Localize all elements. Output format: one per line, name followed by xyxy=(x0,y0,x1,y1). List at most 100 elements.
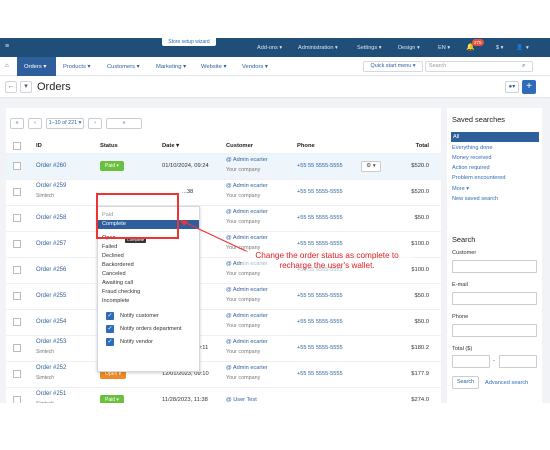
table-row[interactable]: Order #260 Paid ▾ 01/10/2024, 09:24 @ Admin… xyxy=(6,153,441,179)
table-row[interactable]: Order #251 Simtech Paid ▾ 11/28/2023, 11:38… xyxy=(6,387,441,403)
status-badge[interactable]: Paid ▾ xyxy=(100,161,124,171)
tab-website[interactable]: Website ▾ xyxy=(201,64,226,70)
design-menu[interactable]: Design ▾ xyxy=(398,45,420,51)
order-id-link[interactable]: Order #260 xyxy=(36,163,66,169)
addons-menu[interactable]: Add-ons ▾ xyxy=(257,45,282,51)
language-menu[interactable]: EN ▾ xyxy=(438,45,450,51)
search-icon[interactable]: ⌕ xyxy=(522,63,525,70)
phone-link[interactable]: +55 55 5555-5555 xyxy=(297,293,343,299)
table-row[interactable]: Order #252 Simtech Open ▾ 12/01/2023, 09:10… xyxy=(6,361,441,387)
tab-marketing[interactable]: Marketing ▾ xyxy=(156,64,186,70)
row-checkbox[interactable] xyxy=(13,214,21,222)
pager-first[interactable]: « xyxy=(10,118,24,129)
select-all-checkbox[interactable] xyxy=(13,142,21,150)
status-badge[interactable]: Paid ▾ xyxy=(100,395,124,403)
phone-link[interactable]: +55 55 5555-5555 xyxy=(297,163,343,169)
saved-search-action-required[interactable]: Action required xyxy=(452,165,490,171)
customer-link[interactable]: @ Admin ecarter xyxy=(226,313,268,319)
col-status[interactable]: Status xyxy=(100,143,118,149)
saved-search-everything-done[interactable]: Everything done xyxy=(452,145,492,151)
setup-wizard-button[interactable]: Store setup wizard xyxy=(162,38,216,46)
phone-link[interactable]: +55 55 5555-5555 xyxy=(297,319,343,325)
pager-range[interactable]: 1–10 of 221 ▾ xyxy=(46,118,84,129)
order-id-link[interactable]: Order #252 xyxy=(36,365,66,371)
order-id-link[interactable]: Order #257 xyxy=(36,241,66,247)
phone-link[interactable]: +55 55 5555-5555 xyxy=(297,345,343,351)
status-option-incomplete[interactable]: Incomplete xyxy=(98,297,199,306)
phone-link[interactable]: +55 55 5555-5555 xyxy=(297,241,343,247)
settings-menu[interactable]: Settings ▾ xyxy=(357,45,382,51)
col-total[interactable]: Total xyxy=(416,143,429,149)
row-checkbox[interactable] xyxy=(13,396,21,403)
dropdown-caret-button[interactable]: ▾ xyxy=(20,81,32,93)
status-option-canceled[interactable]: Canceled xyxy=(98,270,199,279)
order-id-link[interactable]: Order #255 xyxy=(36,293,66,299)
table-row[interactable]: Order #254...00@ Admin ecarterYour compa… xyxy=(6,309,441,335)
user-icon[interactable]: 👤 xyxy=(516,45,523,51)
home-icon[interactable]: ⌂ xyxy=(5,63,9,69)
customer-link[interactable]: @ Admin ecarter xyxy=(226,365,268,371)
row-checkbox[interactable] xyxy=(13,344,21,352)
saved-search-money-received[interactable]: Money received xyxy=(452,155,492,161)
total-max-input[interactable] xyxy=(499,355,537,368)
notify-vendor-checkbox[interactable]: ✓ Notify vendor xyxy=(98,336,199,348)
add-order-button[interactable]: + xyxy=(522,80,536,94)
saved-search-more[interactable]: More ▾ xyxy=(452,186,469,192)
advanced-search-link[interactable]: Advanced search xyxy=(485,380,528,386)
phone-input[interactable] xyxy=(452,324,537,337)
administration-menu[interactable]: Administration ▾ xyxy=(298,45,338,51)
col-phone[interactable]: Phone xyxy=(297,143,315,149)
pager-last[interactable]: » xyxy=(106,118,142,129)
customer-link[interactable]: @ Admin ecarter xyxy=(226,157,268,163)
order-id-link[interactable]: Order #251 xyxy=(36,391,66,397)
pager-prev[interactable]: ‹ xyxy=(28,118,42,129)
row-checkbox[interactable] xyxy=(13,162,21,170)
row-checkbox[interactable] xyxy=(13,370,21,378)
total-min-input[interactable] xyxy=(452,355,490,368)
status-option-fraud-checking[interactable]: Fraud checking xyxy=(98,288,199,297)
row-checkbox[interactable] xyxy=(13,266,21,274)
col-date[interactable]: Date ▾ xyxy=(162,143,179,149)
new-saved-search[interactable]: New saved search xyxy=(452,196,498,202)
col-customer[interactable]: Customer xyxy=(226,143,253,149)
customer-link[interactable]: @ User Test xyxy=(226,397,257,403)
order-id-link[interactable]: Order #258 xyxy=(36,215,66,221)
help-button[interactable]: ●▾ xyxy=(505,81,519,93)
status-option-backordered[interactable]: Backordered xyxy=(98,261,199,270)
order-id-link[interactable]: Order #253 xyxy=(36,339,66,345)
quick-start-menu[interactable]: Quick start menu ▾ xyxy=(363,61,423,72)
phone-link[interactable]: +55 55 5555-5555 xyxy=(297,215,343,221)
menu-icon[interactable]: ≡ xyxy=(5,43,9,50)
phone-link[interactable]: +55 55 5555-5555 xyxy=(297,189,343,195)
col-id[interactable]: ID xyxy=(36,143,42,149)
customer-link[interactable]: @ Admin ecarter xyxy=(226,183,268,189)
row-checkbox[interactable] xyxy=(13,318,21,326)
phone-link[interactable]: +55 55 5555-5555 xyxy=(297,371,343,377)
status-option-awaiting-call[interactable]: Awaiting call xyxy=(98,279,199,288)
order-id-link[interactable]: Order #254 xyxy=(36,319,66,325)
tab-products[interactable]: Products ▾ xyxy=(63,64,90,70)
currency-menu[interactable]: $ ▾ xyxy=(496,45,503,51)
table-row[interactable]: Order #253SimtechComplete ▾12/01/2023, 0… xyxy=(6,335,441,361)
table-row[interactable]: Order #255...33@ Admin ecarterYour compa… xyxy=(6,283,441,309)
customer-link[interactable]: @ Admin ecarter xyxy=(226,209,268,215)
email-input[interactable] xyxy=(452,292,537,305)
saved-search-all[interactable]: All xyxy=(451,132,539,142)
order-id-link[interactable]: Order #259 xyxy=(36,183,66,189)
saved-search-problem[interactable]: Problem encountered xyxy=(452,175,506,181)
search-button[interactable]: Search xyxy=(452,376,479,389)
row-checkbox[interactable] xyxy=(13,240,21,248)
user-menu-caret[interactable]: ▾ xyxy=(526,45,529,51)
customer-link[interactable]: @ Admin ecarter xyxy=(226,287,268,293)
tab-orders[interactable]: Orders ▾ xyxy=(24,64,46,70)
table-row[interactable]: Order #259 Simtech ...38 @ Admin ecarter You… xyxy=(6,179,441,205)
search-input[interactable]: Search xyxy=(425,61,533,72)
gear-icon[interactable]: ⚙ ▾ xyxy=(361,161,381,172)
tab-customers[interactable]: Customers ▾ xyxy=(107,64,140,70)
customer-link[interactable]: @ Admin ecarter xyxy=(226,339,268,345)
row-checkbox[interactable] xyxy=(13,292,21,300)
notify-orders-dept-checkbox[interactable]: ✓ Notify orders department xyxy=(98,323,199,335)
pager-next[interactable]: › xyxy=(88,118,102,129)
tab-vendors[interactable]: Vendors ▾ xyxy=(242,64,268,70)
notify-customer-checkbox[interactable]: ✓ Notify customer xyxy=(98,310,199,322)
